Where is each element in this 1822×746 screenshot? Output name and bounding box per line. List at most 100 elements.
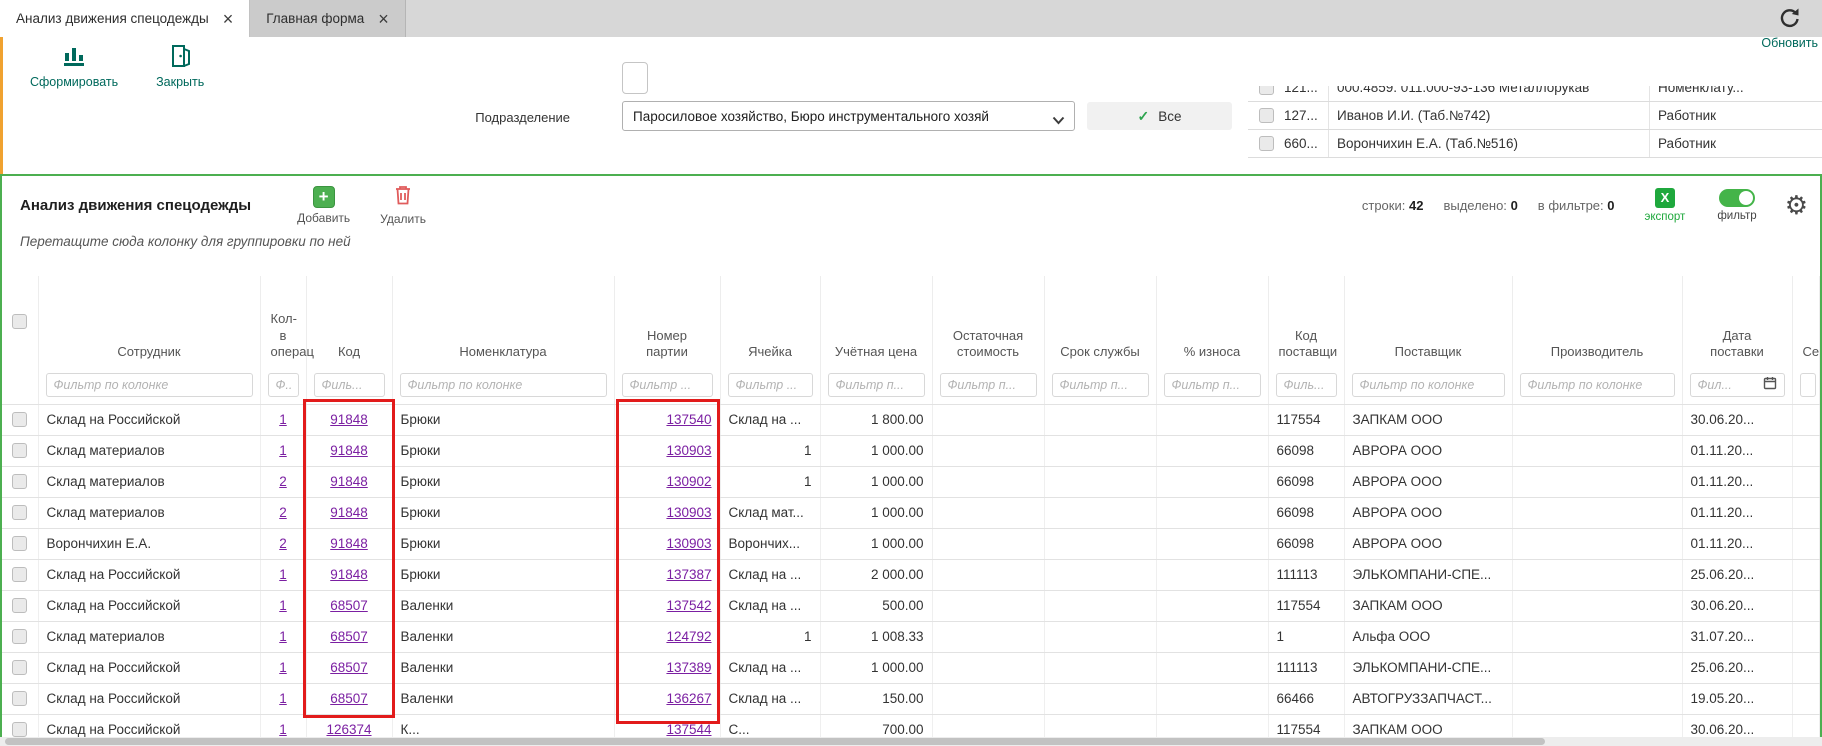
filter-manufacturer[interactable] (1528, 378, 1667, 392)
column-header-code[interactable]: Код (306, 276, 392, 366)
table-row[interactable]: Склад материалов 1 68507 Валенки 124792 … (2, 621, 1820, 652)
row-checkbox[interactable] (12, 722, 27, 737)
add-button[interactable]: + Добавить (297, 186, 350, 225)
code-link[interactable]: 91848 (330, 536, 368, 551)
column-header-batch[interactable]: Номер партии (614, 276, 720, 366)
department-select[interactable]: Паросиловое хозяйство, Бюро инструментал… (622, 101, 1075, 131)
close-tab-icon[interactable]: × (223, 10, 234, 28)
batch-link[interactable]: 130903 (666, 443, 711, 458)
filter-employee[interactable] (54, 378, 245, 392)
ops-count-link[interactable]: 1 (279, 691, 287, 706)
batch-link[interactable]: 137544 (666, 722, 711, 737)
row-checkbox[interactable] (12, 536, 27, 551)
calendar-icon[interactable] (1763, 376, 1777, 394)
filter-code[interactable] (322, 378, 377, 392)
code-link[interactable]: 91848 (330, 412, 368, 427)
ops-count-link[interactable]: 1 (279, 629, 287, 644)
refresh-button[interactable]: Обновить (1761, 6, 1818, 50)
row-checkbox[interactable] (12, 598, 27, 613)
column-header-employee[interactable]: Сотрудник (38, 276, 260, 366)
horizontal-scrollbar[interactable] (0, 737, 1822, 746)
delete-button[interactable]: Удалить (380, 184, 426, 226)
ops-count-link[interactable]: 1 (279, 443, 287, 458)
row-checkbox[interactable] (12, 660, 27, 675)
toggle-on-icon[interactable] (1719, 189, 1755, 207)
column-header-delivery-date[interactable]: Дата поставки (1682, 276, 1792, 366)
column-header-ops-count[interactable]: Кол-в операц (260, 276, 306, 366)
filter-service-life[interactable] (1060, 378, 1141, 392)
filter-price[interactable] (836, 378, 917, 392)
filter-cell[interactable] (736, 378, 805, 392)
row-checkbox[interactable] (12, 474, 27, 489)
generate-button[interactable]: Сформировать (30, 43, 118, 89)
close-button[interactable]: Закрыть (156, 43, 204, 89)
batch-link[interactable]: 130903 (666, 505, 711, 520)
batch-link[interactable]: 130903 (666, 536, 711, 551)
table-row[interactable]: Склад материалов 2 91848 Брюки 130903 Ск… (2, 497, 1820, 528)
filter-supplier[interactable] (1360, 378, 1497, 392)
filter-ops-count[interactable] (276, 378, 291, 392)
tab-main-form[interactable]: Главная форма × (250, 0, 406, 37)
filter-wear[interactable] (1172, 378, 1253, 392)
batch-link[interactable]: 137540 (666, 412, 711, 427)
export-button[interactable]: X экспорт (1645, 188, 1686, 223)
ops-count-link[interactable]: 1 (279, 412, 287, 427)
row-checkbox[interactable] (12, 443, 27, 458)
ops-count-link[interactable]: 2 (279, 505, 287, 520)
code-link[interactable]: 91848 (330, 443, 368, 458)
code-link[interactable]: 126374 (326, 722, 371, 737)
code-link[interactable]: 91848 (330, 505, 368, 520)
column-header-nomenclature[interactable]: Номенклатура (392, 276, 614, 366)
filter-batch[interactable] (630, 378, 705, 392)
row-checkbox[interactable] (1259, 136, 1274, 151)
row-checkbox[interactable] (1259, 108, 1274, 123)
row-checkbox[interactable] (12, 505, 27, 520)
table-row[interactable]: Склад материалов 2 91848 Брюки 130902 1 … (2, 466, 1820, 497)
row-checkbox[interactable] (12, 567, 27, 582)
filter-nomenclature[interactable] (408, 378, 599, 392)
filter-supplier-code[interactable] (1284, 378, 1329, 392)
filter-delivery-date[interactable] (1698, 378, 1763, 392)
column-header-cell[interactable]: Ячейка (720, 276, 820, 366)
reference-row[interactable]: 127... Иванов И.И. (Таб.№742) Работник (1248, 102, 1822, 130)
table-row[interactable]: Ворончихин Е.А. 2 91848 Брюки 130903 Вор… (2, 528, 1820, 559)
ops-count-link[interactable]: 2 (279, 474, 287, 489)
table-row[interactable]: Склад на Российской 1 91848 Брюки 137540… (2, 404, 1820, 435)
column-header-supplier[interactable]: Поставщик (1344, 276, 1512, 366)
batch-link[interactable]: 137542 (666, 598, 711, 613)
code-link[interactable]: 68507 (330, 691, 368, 706)
column-header-residual[interactable]: Остаточная стоимость (932, 276, 1044, 366)
table-row[interactable]: Склад на Российской 1 68507 Валенки 1375… (2, 590, 1820, 621)
column-header-manufacturer[interactable]: Производитель (1512, 276, 1682, 366)
filter-residual[interactable] (948, 378, 1029, 392)
select-all-checkbox[interactable] (12, 314, 27, 329)
table-row[interactable]: Склад на Российской 1 91848 Брюки 137387… (2, 559, 1820, 590)
column-header-supplier-code[interactable]: Код поставщи (1268, 276, 1344, 366)
table-row[interactable]: Склад на Российской 1 68507 Валенки 1373… (2, 652, 1820, 683)
ops-count-link[interactable]: 1 (279, 567, 287, 582)
batch-link[interactable]: 130902 (666, 474, 711, 489)
code-link[interactable]: 91848 (330, 474, 368, 489)
table-row[interactable]: Склад материалов 1 91848 Брюки 130903 1 … (2, 435, 1820, 466)
scrollbar-thumb[interactable] (5, 738, 1545, 745)
reference-row[interactable]: 660... Ворончихин Е.А. (Таб.№516) Работн… (1248, 130, 1822, 158)
partial-field[interactable] (622, 62, 648, 94)
row-checkbox[interactable] (12, 629, 27, 644)
filter-toggle[interactable]: фильтр (1717, 189, 1756, 222)
ops-count-link[interactable]: 1 (279, 660, 287, 675)
code-link[interactable]: 91848 (330, 567, 368, 582)
row-checkbox[interactable] (12, 691, 27, 706)
ops-count-link[interactable]: 1 (279, 598, 287, 613)
column-header-price[interactable]: Учётная цена (820, 276, 932, 366)
code-link[interactable]: 68507 (330, 629, 368, 644)
batch-link[interactable]: 124792 (666, 629, 711, 644)
row-checkbox[interactable] (12, 412, 27, 427)
ops-count-link[interactable]: 1 (279, 722, 287, 737)
reference-row[interactable]: 121... 000.4859. 011.000-93-136 Металлор… (1248, 86, 1822, 102)
column-header-se[interactable]: Се (1792, 276, 1820, 366)
close-tab-icon[interactable]: × (378, 10, 389, 28)
all-button[interactable]: ✓ Все (1087, 102, 1232, 130)
column-header-wear[interactable]: % износа (1156, 276, 1268, 366)
row-checkbox[interactable] (1259, 86, 1274, 95)
code-link[interactable]: 68507 (330, 598, 368, 613)
